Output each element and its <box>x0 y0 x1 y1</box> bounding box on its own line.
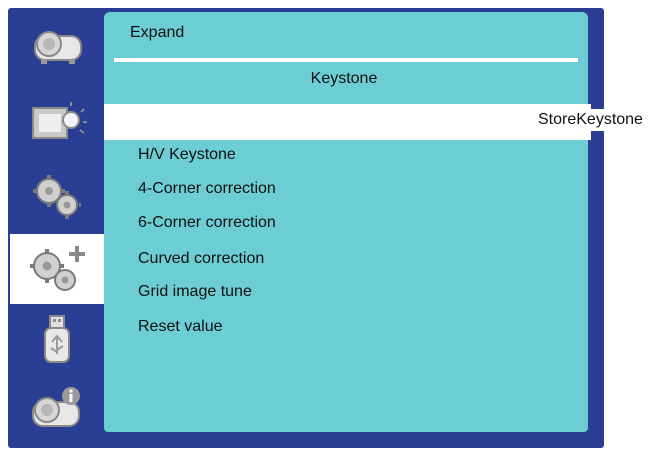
menu-category-sidebar <box>8 12 106 438</box>
gear-plus-icon <box>30 246 85 291</box>
sidebar-item-info[interactable] <box>12 378 102 442</box>
projector-icon <box>34 31 82 64</box>
sidebar-item-projector[interactable] <box>12 14 102 78</box>
usb-drive-icon <box>44 315 70 363</box>
sidebar-item-expand[interactable] <box>10 234 106 304</box>
menu-item-hv-keystone[interactable]: H/V Keystone <box>138 146 236 164</box>
submenu-title: Keystone <box>310 70 378 87</box>
menu-item-grid-image-tune[interactable]: Grid image tune <box>138 283 252 301</box>
sidebar-item-usb[interactable] <box>12 308 102 372</box>
sidebar-item-setup[interactable] <box>12 164 102 228</box>
projector-info-icon <box>32 387 80 427</box>
title-divider <box>114 58 578 62</box>
menu-item-curved-correction[interactable]: Curved correction <box>138 250 264 268</box>
menu-item-4-corner-correction[interactable]: 4-Corner correction <box>138 180 276 198</box>
selected-row-highlight[interactable] <box>104 104 591 140</box>
menu-title: Expand <box>130 24 185 41</box>
store-keystone-label[interactable]: StoreKeystone <box>538 109 643 131</box>
display-brightness-icon <box>32 102 87 139</box>
sidebar-item-picture[interactable] <box>12 90 102 154</box>
gear-icon <box>33 175 81 219</box>
menu-item-6-corner-correction[interactable]: 6-Corner correction <box>138 214 276 232</box>
menu-item-reset-value[interactable]: Reset value <box>138 318 223 336</box>
expand-menu-panel: Expand Keystone H/V Keystone 4-Corner co… <box>104 12 591 432</box>
